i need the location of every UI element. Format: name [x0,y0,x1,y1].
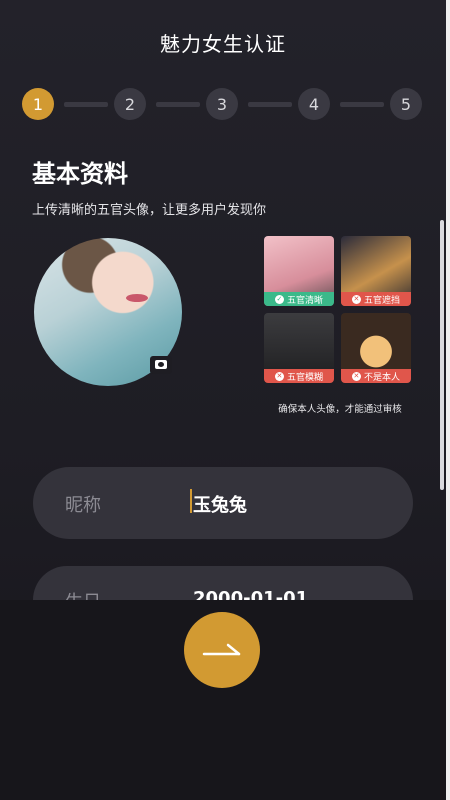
section-subtitle: 上传清晰的五官头像，让更多用户发现你 [32,203,267,218]
example-tag: ✕ 五官模糊 [264,369,334,383]
example-not-self: ✕ 不是本人 [341,313,411,383]
next-button[interactable] [184,612,260,688]
example-note: 确保本人头像，才能通过审核 [278,404,402,415]
nickname-value[interactable]: 玉兔兔 [193,491,247,517]
example-label: 五官模糊 [286,372,323,383]
step-connector [64,102,108,107]
birthday-value[interactable]: 2000-01-01 [193,588,308,600]
example-label: 五官遮挡 [363,295,400,306]
step-connector [248,102,292,107]
step-connector [340,102,384,107]
example-label: 不是本人 [363,372,400,383]
stepper: 1 2 3 4 5 [22,88,422,122]
arrow-right-icon [202,643,241,656]
example-covered: ✕ 五官遮挡 [341,236,411,306]
step-4[interactable]: 4 [298,88,330,120]
example-tag: ✕ 不是本人 [341,369,411,383]
step-3[interactable]: 3 [206,88,238,120]
page-title: 魅力女生认证 [160,32,286,56]
example-label: 五官清晰 [286,295,323,306]
avatar-photo-detail [126,294,148,302]
camera-icon[interactable] [150,356,172,374]
example-tag: ✕ 五官遮挡 [341,292,411,306]
example-tag: ✓ 五官清晰 [264,292,334,306]
cross-icon: ✕ [351,294,361,304]
text-cursor [190,489,192,513]
step-5[interactable]: 5 [390,88,422,120]
cross-icon: ✕ [274,371,284,381]
step-connector [156,102,200,107]
example-clear: ✓ 五官清晰 [264,236,334,306]
section-title: 基本资料 [32,160,128,188]
birthday-field[interactable]: 生日 2000-01-01 [33,566,413,600]
scrollbar[interactable] [440,220,444,490]
nickname-label: 昵称 [65,495,101,516]
nickname-field[interactable]: 昵称 玉兔兔 [33,467,413,539]
example-blurry: ✕ 五官模糊 [264,313,334,383]
check-icon: ✓ [274,294,284,304]
step-2[interactable]: 2 [114,88,146,120]
birthday-label: 生日 [65,588,101,600]
step-1[interactable]: 1 [22,88,54,120]
cross-icon: ✕ [351,371,361,381]
screen: 魅力女生认证 1 2 3 4 5 基本资料 上传清晰的五官头像，让更多用户发现你… [0,0,450,800]
